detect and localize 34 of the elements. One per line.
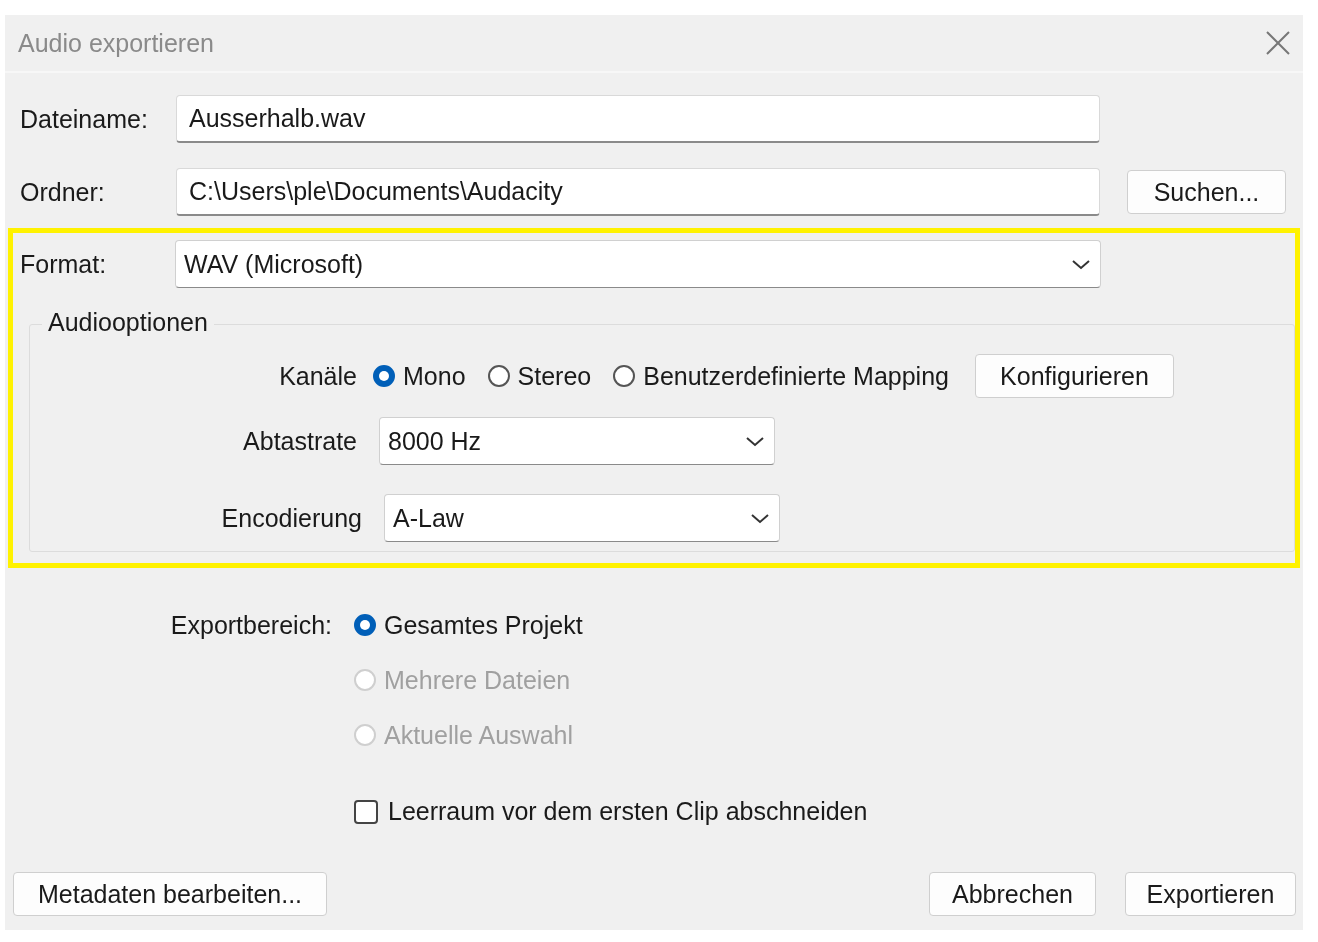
- export-button[interactable]: Exportieren: [1125, 872, 1296, 916]
- radio-label: Mono: [403, 361, 466, 391]
- option-label: Encodierung: [220, 503, 362, 533]
- metadata-button[interactable]: Metadaten bearbeiten...: [13, 872, 327, 916]
- close-icon[interactable]: [1265, 30, 1291, 56]
- sample-rate-dropdown[interactable]: 8000 Hz: [379, 417, 775, 465]
- format-dropdown[interactable]: WAV (Microsoft): [175, 240, 1101, 288]
- folder-field[interactable]: C:\Users\ple\Documents\Audacity: [176, 168, 1100, 216]
- field-label: Ordner:: [20, 177, 106, 207]
- radio-button[interactable]: [487, 365, 510, 387]
- chevron-down-icon: [749, 511, 771, 525]
- field-label: Format:: [20, 249, 108, 279]
- field-label: Dateiname:: [20, 104, 149, 134]
- radio-label: Mehrere Dateien: [384, 665, 571, 695]
- cancel-button[interactable]: Abbrechen: [929, 872, 1096, 916]
- radio-label: Stereo: [517, 361, 592, 391]
- chevron-down-icon: [744, 434, 766, 448]
- configure-button[interactable]: Konfigurieren: [974, 354, 1174, 398]
- radio-label: Gesamtes Projekt: [384, 610, 583, 640]
- radio-label: Benutzerdefinierte Mapping: [643, 361, 949, 391]
- option-label: Kanäle: [278, 361, 357, 391]
- radio-button[interactable]: [613, 365, 636, 387]
- filename-field[interactable]: Ausserhalb.wav: [176, 95, 1100, 143]
- radio-label: Aktuelle Auswahl: [384, 720, 573, 750]
- encoding-dropdown[interactable]: A-Law: [384, 494, 780, 542]
- chevron-down-icon: [1070, 257, 1092, 271]
- checkbox-label: Leerraum vor dem ersten Clip abschneiden: [388, 797, 868, 826]
- option-label: Exportbereich:: [169, 610, 332, 640]
- radio-button[interactable]: [354, 614, 376, 636]
- option-label: Abtastrate: [242, 426, 357, 456]
- window-title: Audio exportieren: [18, 28, 214, 58]
- checkbox[interactable]: [354, 799, 378, 824]
- radio-button[interactable]: [373, 365, 395, 387]
- browse-button[interactable]: Suchen...: [1127, 170, 1286, 214]
